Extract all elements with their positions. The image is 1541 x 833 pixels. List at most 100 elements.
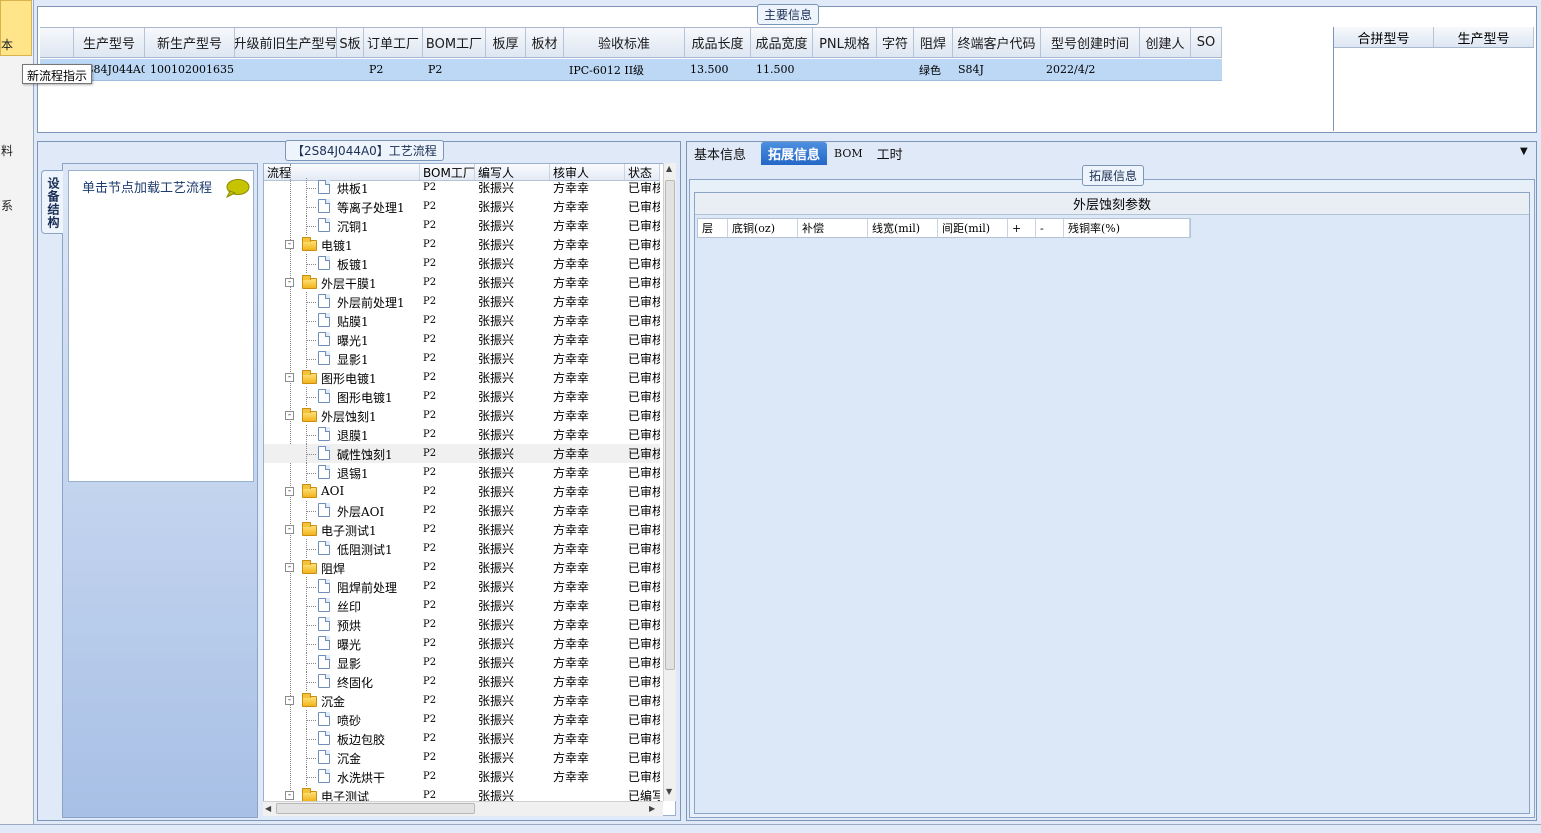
process-row[interactable]: - 外层干膜1 P2张振兴方幸幸已审核 <box>264 273 660 292</box>
process-node-label[interactable]: 板镀1 <box>337 256 369 273</box>
process-node-label[interactable]: 曝光1 <box>337 332 369 349</box>
process-cell-reviewer[interactable]: 方幸幸 <box>550 254 625 273</box>
process-cell-writer[interactable]: 张振兴 <box>475 577 550 596</box>
process-cell-status[interactable]: 已审核 <box>625 596 660 615</box>
main-cell[interactable]: 11.500 <box>751 59 813 80</box>
process-cell-reviewer[interactable]: 方幸幸 <box>550 653 625 672</box>
process-cell-writer[interactable]: 张振兴 <box>475 767 550 786</box>
process-node-label[interactable]: 阻焊前处理 <box>337 579 397 596</box>
process-node-label[interactable]: 退锡1 <box>337 465 369 482</box>
main-col-header[interactable]: 成品宽度 <box>751 28 813 57</box>
process-cell-bom[interactable]: P2 <box>420 596 475 615</box>
collapse-toggle-icon[interactable]: - <box>285 563 294 572</box>
process-cell-status[interactable]: 已审核 <box>625 634 660 653</box>
process-cell-reviewer[interactable]: 方幸幸 <box>550 558 625 577</box>
process-cell-bom[interactable]: P2 <box>420 691 475 710</box>
process-cell-bom[interactable]: P2 <box>420 368 475 387</box>
process-cell-bom[interactable]: P2 <box>420 729 475 748</box>
process-row[interactable]: 预烘 P2张振兴方幸幸已审核 <box>264 615 660 634</box>
process-cell-bom[interactable]: P2 <box>420 254 475 273</box>
process-cell-reviewer[interactable]: 方幸幸 <box>550 710 625 729</box>
process-cell-writer[interactable]: 张振兴 <box>475 349 550 368</box>
etch-col-header[interactable]: 线宽(mil) <box>868 219 938 237</box>
collapse-toggle-icon[interactable]: - <box>285 411 294 420</box>
process-cell-status[interactable]: 已审核 <box>625 273 660 292</box>
process-cell-status[interactable]: 已审核 <box>625 178 660 197</box>
process-cell-reviewer[interactable]: 方幸幸 <box>550 672 625 691</box>
process-cell-status[interactable]: 已审核 <box>625 577 660 596</box>
process-cell-reviewer[interactable]: 方幸幸 <box>550 387 625 406</box>
process-cell-status[interactable]: 已审核 <box>625 501 660 520</box>
main-col-header[interactable]: 成品长度 <box>685 28 751 57</box>
process-row[interactable]: 水洗烘干 P2张振兴方幸幸已审核 <box>264 767 660 786</box>
process-node-label[interactable]: 水洗烘干 <box>337 769 385 786</box>
process-node-label[interactable]: 外层干膜1 <box>321 275 377 292</box>
process-cell-writer[interactable]: 张振兴 <box>475 368 550 387</box>
process-cell-reviewer[interactable]: 方幸幸 <box>550 197 625 216</box>
main-cell[interactable]: P2 <box>423 59 486 80</box>
process-cell-writer[interactable]: 张振兴 <box>475 216 550 235</box>
process-cell-reviewer[interactable]: 方幸幸 <box>550 349 625 368</box>
process-cell-bom[interactable]: P2 <box>420 615 475 634</box>
process-cell-status[interactable]: 已审核 <box>625 558 660 577</box>
process-cell-bom[interactable]: P2 <box>420 634 475 653</box>
process-row[interactable]: 等离子处理1 P2张振兴方幸幸已审核 <box>264 197 660 216</box>
process-row[interactable]: 沉金 P2张振兴方幸幸已审核 <box>264 748 660 767</box>
main-col-header[interactable]: S板 <box>337 28 364 57</box>
process-cell-status[interactable]: 已审核 <box>625 311 660 330</box>
process-node-label[interactable]: 显影 <box>337 655 361 672</box>
process-row[interactable]: 板边包胶 P2张振兴方幸幸已审核 <box>264 729 660 748</box>
process-cell-writer[interactable]: 张振兴 <box>475 292 550 311</box>
process-cell-writer[interactable]: 张振兴 <box>475 197 550 216</box>
process-cell-writer[interactable]: 张振兴 <box>475 672 550 691</box>
process-row[interactable]: 贴膜1 P2张振兴方幸幸已审核 <box>264 311 660 330</box>
main-col-header[interactable]: 字符 <box>877 28 914 57</box>
etch-col-header[interactable]: 残铜率(%) <box>1064 219 1190 237</box>
scroll-right-icon[interactable]: ▶ <box>649 804 655 813</box>
process-cell-status[interactable]: 已审核 <box>625 767 660 786</box>
process-node-label[interactable]: AOI <box>321 484 344 498</box>
process-cell-bom[interactable]: P2 <box>420 482 475 501</box>
process-cell-reviewer[interactable]: 方幸幸 <box>550 691 625 710</box>
process-row[interactable]: 板镀1 P2张振兴方幸幸已审核 <box>264 254 660 273</box>
main-col-header[interactable]: 终端客户代码 <box>953 28 1041 57</box>
process-cell-reviewer[interactable]: 方幸幸 <box>550 539 625 558</box>
process-cell-bom[interactable]: P2 <box>420 216 475 235</box>
process-node-label[interactable]: 沉金 <box>321 693 345 710</box>
main-col-header[interactable]: 阻焊 <box>914 28 953 57</box>
process-cell-bom[interactable]: P2 <box>420 330 475 349</box>
process-cell-status[interactable]: 已审核 <box>625 387 660 406</box>
process-row[interactable]: 退膜1 P2张振兴方幸幸已审核 <box>264 425 660 444</box>
process-row[interactable]: - 外层蚀刻1 P2张振兴方幸幸已审核 <box>264 406 660 425</box>
process-row[interactable]: 碱性蚀刻1 P2张振兴方幸幸已审核 <box>264 444 660 463</box>
process-cell-status[interactable]: 已审核 <box>625 539 660 558</box>
process-cell-status[interactable]: 已审核 <box>625 197 660 216</box>
process-node-label[interactable]: 外层AOI <box>337 503 384 520</box>
process-cell-reviewer[interactable]: 方幸幸 <box>550 292 625 311</box>
process-cell-status[interactable]: 已审核 <box>625 691 660 710</box>
process-row[interactable]: 曝光 P2张振兴方幸幸已审核 <box>264 634 660 653</box>
process-cell-writer[interactable]: 张振兴 <box>475 311 550 330</box>
etch-col-header[interactable]: 底铜(oz) <box>728 219 798 237</box>
process-row[interactable]: 图形电镀1 P2张振兴方幸幸已审核 <box>264 387 660 406</box>
process-cell-bom[interactable]: P2 <box>420 444 475 463</box>
process-cell-status[interactable]: 已审核 <box>625 520 660 539</box>
main-col-header[interactable]: 订单工厂 <box>364 28 423 57</box>
main-cell[interactable] <box>877 59 914 80</box>
process-cell-writer[interactable]: 张振兴 <box>475 425 550 444</box>
main-cell[interactable]: 绿色 <box>914 59 953 80</box>
process-node-label[interactable]: 碱性蚀刻1 <box>337 446 393 463</box>
process-node-label[interactable]: 显影1 <box>337 351 369 368</box>
collapse-toggle-icon[interactable]: - <box>285 696 294 705</box>
process-cell-status[interactable]: 已审核 <box>625 292 660 311</box>
etch-col-header[interactable]: 层 <box>698 219 728 237</box>
process-cell-status[interactable]: 已审核 <box>625 254 660 273</box>
process-cell-writer[interactable]: 张振兴 <box>475 691 550 710</box>
merge-col-header[interactable]: 生产型号 <box>1434 27 1534 47</box>
process-cell-bom[interactable]: P2 <box>420 311 475 330</box>
process-cell-status[interactable]: 已审核 <box>625 368 660 387</box>
process-node-label[interactable]: 预烘 <box>337 617 361 634</box>
process-cell-status[interactable]: 已审核 <box>625 235 660 254</box>
main-col-header[interactable]: 升级前旧生产型号 <box>235 28 337 57</box>
process-node-label[interactable]: 贴膜1 <box>337 313 369 330</box>
